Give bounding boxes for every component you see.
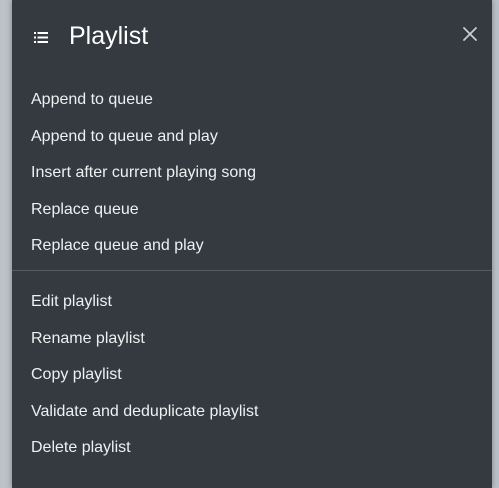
menu-item-rename-playlist[interactable]: Rename playlist bbox=[12, 321, 492, 358]
close-button[interactable] bbox=[458, 22, 482, 46]
menu-divider bbox=[12, 270, 492, 271]
playlist-dialog: Playlist Append to queue Append to queue… bbox=[12, 0, 492, 488]
playlist-actions-menu: Edit playlist Rename playlist Copy playl… bbox=[12, 284, 492, 467]
dialog-header: Playlist bbox=[12, 0, 492, 78]
queue-actions-menu: Append to queue Append to queue and play… bbox=[12, 82, 492, 265]
menu-item-append-to-queue[interactable]: Append to queue bbox=[12, 82, 492, 119]
menu-item-copy-playlist[interactable]: Copy playlist bbox=[12, 357, 492, 394]
menu-item-replace-queue-and-play[interactable]: Replace queue and play bbox=[12, 228, 492, 265]
menu-item-replace-queue[interactable]: Replace queue bbox=[12, 192, 492, 229]
menu-item-append-to-queue-and-play[interactable]: Append to queue and play bbox=[12, 119, 492, 156]
list-icon bbox=[34, 30, 48, 43]
dialog-title: Playlist bbox=[69, 22, 149, 50]
menu-item-validate-deduplicate-playlist[interactable]: Validate and deduplicate playlist bbox=[12, 394, 492, 431]
menu-item-edit-playlist[interactable]: Edit playlist bbox=[12, 284, 492, 321]
menu-item-insert-after-current[interactable]: Insert after current playing song bbox=[12, 155, 492, 192]
menu-item-delete-playlist[interactable]: Delete playlist bbox=[12, 430, 492, 467]
close-icon[interactable] bbox=[458, 22, 482, 46]
